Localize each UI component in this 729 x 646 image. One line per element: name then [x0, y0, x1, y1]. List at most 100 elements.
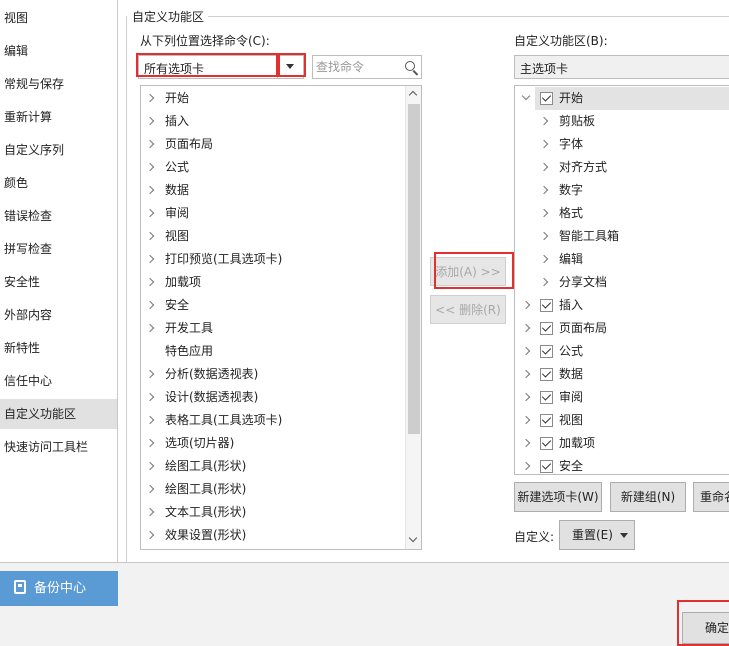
chevron-right-icon[interactable]	[145, 300, 155, 310]
chevron-right-icon[interactable]	[539, 254, 549, 264]
sidebar-item-spell-check[interactable]: 拼写检查	[0, 234, 117, 264]
chevron-right-icon[interactable]	[145, 438, 155, 448]
new-tab-button[interactable]: 新建选项卡(W)	[514, 482, 602, 512]
sidebar-item-quick-access-toolbar[interactable]: 快速访问工具栏	[0, 432, 117, 462]
search-input[interactable]	[316, 59, 396, 75]
list-item[interactable]: 公式	[141, 156, 405, 179]
chevron-right-icon[interactable]	[145, 231, 155, 241]
remove-button[interactable]: << 删除(R)	[430, 295, 506, 324]
chevron-right-icon[interactable]	[539, 208, 549, 218]
ribbon-tabs-dropdown[interactable]: 主选项卡	[514, 55, 729, 79]
scroll-down-icon[interactable]	[408, 533, 418, 543]
chevron-right-icon[interactable]	[521, 438, 531, 448]
chevron-right-icon[interactable]	[145, 392, 155, 402]
tree-item[interactable]: 数字	[535, 179, 729, 202]
chevron-right-icon[interactable]	[539, 231, 549, 241]
tree-item[interactable]: 智能工具箱	[535, 225, 729, 248]
list-item[interactable]: 绘图工具(形状)	[141, 455, 405, 478]
tree-item[interactable]: 字体	[535, 133, 729, 156]
backup-center-button[interactable]: 备份中心	[0, 571, 118, 606]
list-item[interactable]: 打印预览(工具选项卡)	[141, 248, 405, 271]
list-item[interactable]: 数据	[141, 179, 405, 202]
tree-item[interactable]: 开始	[521, 87, 729, 110]
chevron-right-icon[interactable]	[521, 300, 531, 310]
chevron-down-icon[interactable]	[277, 56, 303, 78]
chevron-right-icon[interactable]	[539, 185, 549, 195]
tree-item[interactable]: 分享文档	[535, 271, 729, 294]
chevron-right-icon[interactable]	[145, 139, 155, 149]
sidebar-item-edit[interactable]: 编辑	[0, 36, 117, 66]
chevron-right-icon[interactable]	[145, 530, 155, 540]
chevron-right-icon[interactable]	[145, 254, 155, 264]
tree-item[interactable]: 视图	[521, 409, 729, 432]
tree-item[interactable]: 插入	[521, 294, 729, 317]
sidebar-item-custom-lists[interactable]: 自定义序列	[0, 135, 117, 165]
tree-item[interactable]: 对齐方式	[535, 156, 729, 179]
chevron-right-icon[interactable]	[145, 208, 155, 218]
tree-item[interactable]: 页面布局	[521, 317, 729, 340]
list-item[interactable]: 加载项	[141, 271, 405, 294]
chevron-right-icon[interactable]	[521, 346, 531, 356]
chevron-right-icon[interactable]	[521, 323, 531, 333]
list-item[interactable]: 表格工具(工具选项卡)	[141, 409, 405, 432]
chevron-right-icon[interactable]	[145, 116, 155, 126]
sidebar-item-new-features[interactable]: 新特性	[0, 333, 117, 363]
sidebar-item-customize-ribbon[interactable]: 自定义功能区	[0, 399, 117, 429]
tree-item[interactable]: 剪贴板	[535, 110, 729, 133]
chevron-right-icon[interactable]	[539, 139, 549, 149]
tree-item[interactable]: 编辑	[535, 248, 729, 271]
tab-checkbox[interactable]	[540, 299, 553, 312]
list-item[interactable]: 审阅	[141, 202, 405, 225]
list-item[interactable]: 绘图工具(形状)	[141, 478, 405, 501]
search-box[interactable]	[312, 55, 422, 79]
sidebar-item-color[interactable]: 颜色	[0, 168, 117, 198]
tab-checkbox[interactable]	[540, 391, 553, 404]
chevron-right-icon[interactable]	[145, 369, 155, 379]
chevron-right-icon[interactable]	[145, 461, 155, 471]
ok-button[interactable]: 确定	[682, 612, 729, 644]
tab-checkbox[interactable]	[540, 437, 553, 450]
chevron-right-icon[interactable]	[145, 484, 155, 494]
tab-checkbox[interactable]	[540, 322, 553, 335]
tab-checkbox[interactable]	[540, 414, 553, 427]
sidebar-item-error-check[interactable]: 错误检查	[0, 201, 117, 231]
chevron-right-icon[interactable]	[145, 277, 155, 287]
tree-item[interactable]: 格式	[535, 202, 729, 225]
chevron-right-icon[interactable]	[521, 415, 531, 425]
chevron-right-icon[interactable]	[521, 392, 531, 402]
add-button[interactable]: 添加(A) >>	[430, 257, 506, 286]
sidebar-item-general-save[interactable]: 常规与保存	[0, 69, 117, 99]
scrollbar[interactable]	[405, 86, 421, 549]
sidebar-item-trust-center[interactable]: 信任中心	[0, 366, 117, 396]
list-item[interactable]: 插入	[141, 110, 405, 133]
search-icon[interactable]	[405, 61, 415, 71]
sidebar-item-recalc[interactable]: 重新计算	[0, 102, 117, 132]
list-item[interactable]: 视图	[141, 225, 405, 248]
available-commands-list[interactable]: 开始 插入 页面布局 公式 数据 审阅 视图 打印预览(工具选项卡) 加载项 安全 开发工具 特色应用…	[140, 85, 422, 550]
chevron-right-icon[interactable]	[145, 323, 155, 333]
chevron-right-icon[interactable]	[145, 415, 155, 425]
scrollbar-thumb[interactable]	[408, 104, 420, 434]
tab-checkbox[interactable]	[540, 368, 553, 381]
list-item[interactable]: 开发工具	[141, 317, 405, 340]
rename-button[interactable]: 重命名	[693, 482, 729, 512]
list-item[interactable]: 效果设置(形状)	[141, 524, 405, 547]
tree-item[interactable]: 加载项	[521, 432, 729, 455]
list-item[interactable]: 文本工具(形状)	[141, 501, 405, 524]
chevron-down-icon[interactable]	[521, 91, 531, 101]
tree-item[interactable]: 安全	[521, 455, 729, 474]
sidebar-item-external-content[interactable]: 外部内容	[0, 300, 117, 330]
list-item[interactable]: 设计(数据透视表)	[141, 386, 405, 409]
list-item[interactable]: 特色应用	[141, 340, 405, 363]
choose-commands-dropdown[interactable]: 所有选项卡	[138, 55, 304, 79]
tree-item[interactable]: 数据	[521, 363, 729, 386]
tree-item[interactable]: 公式	[521, 340, 729, 363]
sidebar-item-security[interactable]: 安全性	[0, 267, 117, 297]
tab-checkbox[interactable]	[540, 345, 553, 358]
list-item[interactable]: 安全	[141, 294, 405, 317]
list-item[interactable]: 分析(数据透视表)	[141, 363, 405, 386]
chevron-right-icon[interactable]	[145, 93, 155, 103]
new-group-button[interactable]: 新建组(N)	[610, 482, 686, 512]
chevron-right-icon[interactable]	[521, 461, 531, 471]
chevron-right-icon[interactable]	[539, 277, 549, 287]
